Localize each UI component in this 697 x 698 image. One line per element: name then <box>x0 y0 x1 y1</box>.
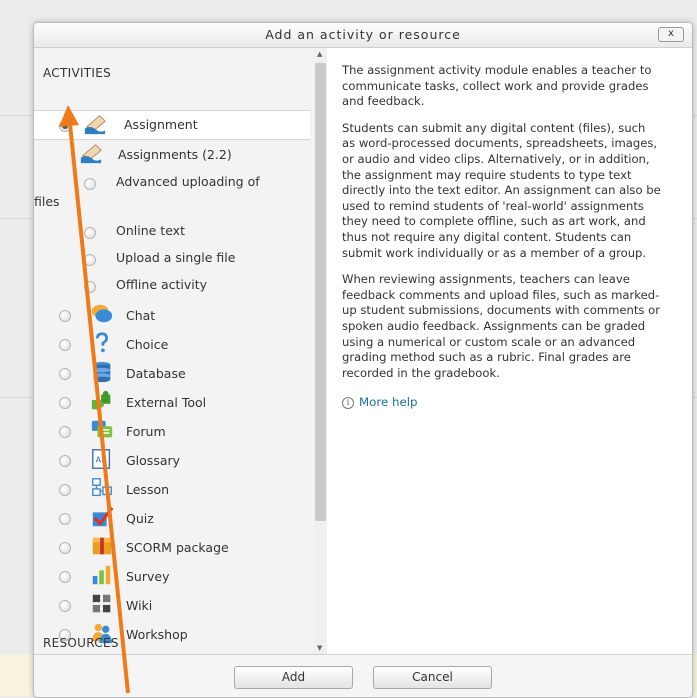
arrow-head <box>59 105 79 127</box>
arrow-shaft <box>68 123 130 694</box>
annotation-arrow <box>59 105 130 694</box>
